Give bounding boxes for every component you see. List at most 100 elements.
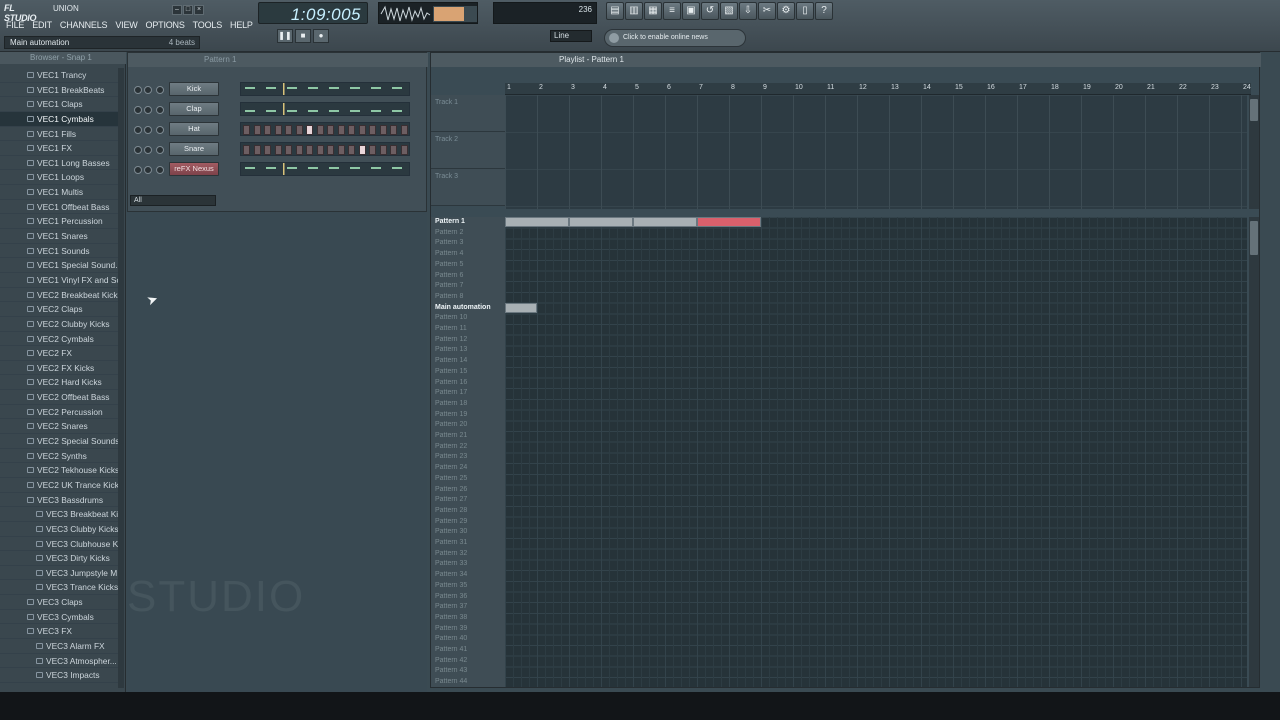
step-button[interactable] — [253, 145, 261, 155]
mixer-icon[interactable]: ≡ — [663, 2, 681, 20]
step-button[interactable] — [348, 125, 355, 135]
track-header[interactable]: Track 3 — [431, 169, 505, 206]
pattern-name[interactable]: Pattern 41 — [435, 645, 467, 656]
pan-knob-icon[interactable] — [144, 166, 152, 174]
pattern-name[interactable]: Pattern 21 — [435, 431, 467, 442]
browser-header[interactable]: Browser - Snap 1 — [0, 52, 126, 64]
pattern-name[interactable]: Pattern 25 — [435, 474, 467, 485]
browser-item[interactable]: VEC1 Fills — [0, 127, 124, 142]
track-header[interactable]: Track 1 — [431, 95, 505, 132]
snap-selector[interactable]: Line — [550, 30, 592, 42]
step-button[interactable] — [274, 145, 282, 155]
pattern-name[interactable]: Main automation — [435, 303, 491, 314]
step-button[interactable] — [327, 125, 334, 135]
step-button[interactable] — [295, 125, 303, 135]
help-icon[interactable]: ? — [815, 2, 833, 20]
menu-help[interactable]: HELP — [230, 20, 253, 30]
channel-button[interactable]: Kick — [169, 82, 219, 96]
pattern-name[interactable]: Pattern 1 — [435, 217, 465, 228]
channel-pattern[interactable] — [240, 162, 410, 176]
step-button[interactable] — [390, 125, 397, 135]
pattern-clip[interactable] — [505, 302, 537, 313]
pattern-clip[interactable] — [697, 217, 761, 227]
pattern-name[interactable]: Pattern 26 — [435, 485, 467, 496]
browser-item[interactable]: VEC1 Multis — [0, 185, 124, 200]
pattern-name[interactable]: Pattern 24 — [435, 463, 467, 474]
channel-button[interactable]: reFX Nexus — [169, 162, 219, 176]
browser-item[interactable]: VEC2 Percussion — [0, 405, 124, 420]
pattern-name[interactable]: Pattern 10 — [435, 313, 467, 324]
browser-item[interactable]: VEC3 Claps — [0, 595, 124, 610]
pattern-scrollbar[interactable] — [1249, 217, 1259, 687]
channel-filter-select[interactable]: All — [130, 195, 216, 206]
pattern-name[interactable]: Pattern 30 — [435, 527, 467, 538]
pan-knob-icon[interactable] — [144, 86, 152, 94]
pattern-name[interactable]: Pattern 22 — [435, 442, 467, 453]
browser-item[interactable]: VEC2 FX Kicks — [0, 361, 124, 376]
pattern-name[interactable]: Pattern 36 — [435, 592, 467, 603]
pattern-name[interactable]: Pattern 37 — [435, 602, 467, 613]
channel-pattern[interactable] — [240, 142, 410, 156]
step-button[interactable] — [348, 145, 355, 155]
browser-item[interactable]: VEC3 Impacts — [0, 668, 124, 683]
pattern-name[interactable]: Pattern 14 — [435, 356, 467, 367]
pattern-grid[interactable] — [505, 217, 1247, 687]
browser-item[interactable]: VEC1 Claps — [0, 97, 124, 112]
browser-item[interactable]: VEC2 Tekhouse Kicks — [0, 463, 124, 478]
stop-button[interactable]: ■ — [295, 29, 311, 43]
pattern-name[interactable]: Pattern 19 — [435, 410, 467, 421]
browser-item[interactable]: VEC2 Breakbeat Kicks — [0, 288, 124, 303]
step-button[interactable] — [285, 145, 292, 155]
pattern-name[interactable]: Pattern 34 — [435, 570, 467, 581]
channel-mute-icon[interactable] — [134, 106, 142, 114]
browser-item[interactable]: VEC1 Offbeat Bass — [0, 200, 124, 215]
browser-item[interactable]: VEC2 Claps — [0, 302, 124, 317]
step-button[interactable] — [295, 145, 303, 155]
channel-pattern[interactable] — [240, 82, 410, 96]
step-sequencer-icon[interactable]: ▦ — [644, 2, 662, 20]
channel-button[interactable]: Snare — [169, 142, 219, 156]
step-button[interactable] — [264, 145, 271, 155]
playlist-icon[interactable]: ▤ — [606, 2, 624, 20]
channel-button[interactable]: Hat — [169, 122, 219, 136]
pattern-name[interactable]: Pattern 31 — [435, 538, 467, 549]
step-button[interactable] — [337, 125, 345, 135]
pattern-name[interactable]: Pattern 7 — [435, 281, 463, 292]
browser-item[interactable]: VEC1 Sounds — [0, 244, 124, 259]
channel-mute-icon[interactable] — [134, 86, 142, 94]
step-button[interactable] — [400, 125, 408, 135]
pattern-name[interactable]: Pattern 40 — [435, 634, 467, 645]
tools-icon[interactable]: ⚙ — [777, 2, 795, 20]
timeline-ruler[interactable]: 1 2 3 4 5 6 7 8 9 10 11 12 13 14 15 16 17 18 19 20 21 22 23 24 — [505, 83, 1251, 95]
menu-edit[interactable]: EDIT — [32, 20, 52, 30]
pattern-name[interactable]: Pattern 3 — [435, 238, 463, 249]
pattern-name[interactable]: Pattern 33 — [435, 559, 467, 570]
browser-item[interactable]: VEC1 Cymbals — [0, 111, 124, 127]
menu-view[interactable]: VIEW — [115, 20, 137, 30]
step-button[interactable] — [253, 125, 261, 135]
pattern-name[interactable]: Pattern 42 — [435, 656, 467, 667]
browser-item[interactable]: VEC1 Loops — [0, 170, 124, 186]
step-button[interactable] — [400, 145, 408, 155]
online-news-button[interactable]: Click to enable online news — [604, 29, 746, 47]
browser-item[interactable]: VEC2 Clubby Kicks — [0, 317, 124, 332]
volume-knob-icon[interactable] — [156, 86, 164, 94]
maximize-icon[interactable]: □ — [183, 5, 193, 15]
step-button[interactable] — [327, 145, 334, 155]
step-button[interactable] — [369, 125, 376, 135]
track-scrollbar[interactable] — [1249, 95, 1259, 209]
step-sequencer-header[interactable]: Pattern 1 — [128, 53, 428, 67]
step-button[interactable] — [379, 145, 387, 155]
browser-item[interactable]: VEC2 Snares — [0, 419, 124, 435]
pattern-name[interactable]: Pattern 12 — [435, 335, 467, 346]
step-button[interactable] — [379, 125, 387, 135]
menu-tools[interactable]: TOOLS — [193, 20, 223, 30]
channel-button[interactable]: Clap — [169, 102, 219, 116]
step-button[interactable] — [243, 125, 250, 135]
browser-item[interactable]: VEC3 Trance Kicks — [0, 580, 124, 596]
browser-item[interactable]: VEC3 Jumpstyle M... — [0, 566, 124, 581]
browser-item[interactable]: VEC2 Special Sounds — [0, 434, 124, 449]
pattern-name[interactable]: Pattern 16 — [435, 378, 467, 389]
browser-item[interactable]: VEC2 FX — [0, 346, 124, 361]
step-button[interactable] — [358, 125, 366, 135]
